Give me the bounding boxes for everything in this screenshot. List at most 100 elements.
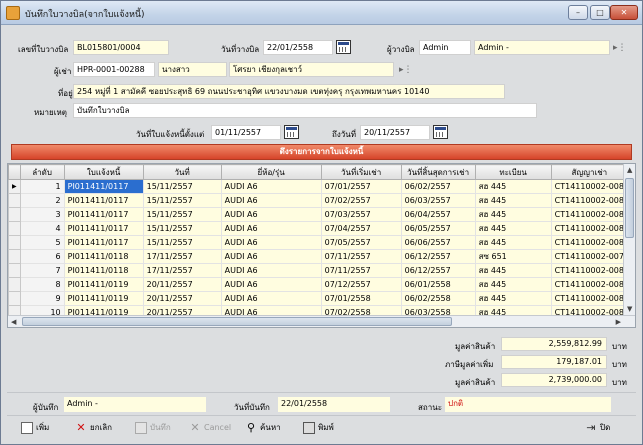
cell-invoice[interactable]: PI011411/0117 (63, 179, 144, 194)
cell-contract[interactable]: CT14110002-008 (550, 179, 628, 194)
cell-seq[interactable]: 8 (19, 277, 65, 292)
cell-model[interactable]: AUDI A6 (220, 249, 322, 264)
cell-end-date[interactable]: 06/12/2557 (400, 249, 476, 264)
add-button[interactable]: เพิ่ม (21, 418, 49, 438)
cell-plate[interactable]: สฮ 445 (474, 235, 552, 250)
cell-start-date[interactable]: 07/11/2557 (320, 249, 402, 264)
cell-plate[interactable]: สซ 651 (474, 249, 552, 264)
col-header-start[interactable]: วันที่เริ่มเช่า (320, 164, 402, 180)
horizontal-scrollbar[interactable]: ◀ ▶ (8, 315, 635, 327)
cell-start-date[interactable]: 07/05/2557 (320, 235, 402, 250)
bill-date-field[interactable]: 22/01/2558 (263, 40, 333, 55)
cell-model[interactable]: AUDI A6 (220, 207, 322, 222)
table-row[interactable]: ▶ 1 PI011411/0117 15/11/2557 AUDI A6 07/01/25… (8, 179, 628, 194)
cell-invoice[interactable]: PI011411/0117 (63, 235, 144, 250)
cell-end-date[interactable]: 06/06/2557 (400, 235, 476, 250)
cell-model[interactable]: AUDI A6 (220, 193, 322, 208)
row-indicator[interactable] (8, 193, 21, 208)
cell-start-date[interactable]: 07/04/2557 (320, 221, 402, 236)
to-date-field[interactable]: 20/11/2557 (360, 125, 430, 140)
cell-seq[interactable]: 9 (19, 291, 65, 306)
from-date-calendar-icon[interactable] (284, 125, 299, 139)
cell-start-date[interactable]: 07/01/2557 (320, 179, 402, 194)
table-row[interactable]: 3 PI011411/0117 15/11/2557 AUDI A6 07/03/255… (8, 207, 628, 222)
horizontal-scroll-thumb[interactable] (22, 317, 452, 326)
vertical-scrollbar[interactable]: ▲ ▼ (623, 164, 635, 315)
cell-plate[interactable]: สฮ 445 (474, 263, 552, 278)
cell-end-date[interactable]: 06/04/2557 (400, 207, 476, 222)
cell-seq[interactable]: 3 (19, 207, 65, 222)
cancel-button[interactable]: ✕ Cancel (189, 418, 231, 438)
scroll-left-icon[interactable]: ◀ (11, 318, 16, 326)
cell-invoice[interactable]: PI011411/0119 (63, 277, 144, 292)
table-row[interactable]: 2 PI011411/0117 15/11/2557 AUDI A6 07/02/255… (8, 193, 628, 208)
col-header-date[interactable]: วันที่ (142, 164, 222, 180)
bill-no-field[interactable]: BL015801/0004 (73, 40, 169, 55)
from-date-field[interactable]: 01/11/2557 (211, 125, 281, 140)
cell-start-date[interactable]: 07/12/2557 (320, 277, 402, 292)
cell-plate[interactable]: สฮ 445 (474, 193, 552, 208)
cell-seq[interactable]: 2 (19, 193, 65, 208)
cell-contract[interactable]: CT14110002-008 (550, 207, 628, 222)
col-header-seq[interactable]: ลำดับ (19, 164, 65, 180)
cell-seq[interactable]: 7 (19, 263, 65, 278)
cell-model[interactable]: AUDI A6 (220, 291, 322, 306)
search-button[interactable]: ⚲ ค้นหา (245, 418, 281, 438)
table-row[interactable]: 8 PI011411/0119 20/11/2557 AUDI A6 07/12/255… (8, 277, 628, 292)
cell-invoice[interactable]: PI011411/0117 (63, 193, 144, 208)
cell-invoice[interactable]: PI011411/0119 (63, 291, 144, 306)
cell-contract[interactable]: CT14110002-008 (550, 221, 628, 236)
row-indicator[interactable] (8, 249, 21, 264)
cell-date[interactable]: 17/11/2557 (142, 249, 222, 264)
cell-date[interactable]: 15/11/2557 (142, 207, 222, 222)
bill-date-calendar-icon[interactable] (336, 40, 351, 54)
cell-seq[interactable]: 5 (19, 235, 65, 250)
cell-invoice[interactable]: PI011411/0118 (63, 249, 144, 264)
vertical-scroll-thumb[interactable] (625, 178, 634, 238)
cell-invoice[interactable]: PI011411/0118 (63, 263, 144, 278)
print-button[interactable]: พิมพ์ (303, 418, 334, 438)
cell-contract[interactable]: CT14110002-008 (550, 235, 628, 250)
cell-date[interactable]: 15/11/2557 (142, 193, 222, 208)
cell-plate[interactable]: สฮ 445 (474, 179, 552, 194)
cell-plate[interactable]: สฮ 445 (474, 291, 552, 306)
minimize-button[interactable]: – (568, 5, 588, 20)
cell-model[interactable]: AUDI A6 (220, 263, 322, 278)
table-row[interactable]: 9 PI011411/0119 20/11/2557 AUDI A6 07/01/255… (8, 291, 628, 306)
note-field[interactable]: บันทึกใบวางบิล (73, 103, 537, 118)
cell-end-date[interactable]: 06/02/2558 (400, 291, 476, 306)
cell-end-date[interactable]: 06/05/2557 (400, 221, 476, 236)
cell-contract[interactable]: CT14110002-007 (550, 249, 628, 264)
fetch-invoices-button[interactable]: ดึงรายการจากใบแจ้งหนี้ (11, 144, 632, 160)
cell-date[interactable]: 15/11/2557 (142, 221, 222, 236)
row-indicator[interactable] (8, 207, 21, 222)
cell-end-date[interactable]: 06/02/2557 (400, 179, 476, 194)
cell-invoice[interactable]: PI011411/0117 (63, 221, 144, 236)
maximize-button[interactable]: □ (590, 5, 610, 20)
cell-contract[interactable]: CT14110002-008 (550, 277, 628, 292)
cell-model[interactable]: AUDI A6 (220, 235, 322, 250)
exit-button[interactable]: ⇥ ปิด (585, 418, 610, 438)
tenant-lookup-icon[interactable]: ▸⋮ (399, 64, 415, 76)
table-row[interactable]: 5 PI011411/0117 15/11/2557 AUDI A6 07/05/255… (8, 235, 628, 250)
cell-model[interactable]: AUDI A6 (220, 179, 322, 194)
cell-model[interactable]: AUDI A6 (220, 277, 322, 292)
cell-date[interactable]: 15/11/2557 (142, 235, 222, 250)
cell-plate[interactable]: สฮ 445 (474, 207, 552, 222)
scroll-down-icon[interactable]: ▼ (627, 305, 632, 313)
cell-date[interactable]: 15/11/2557 (142, 179, 222, 194)
cell-contract[interactable]: CT14110002-008 (550, 193, 628, 208)
cell-seq[interactable]: 6 (19, 249, 65, 264)
scroll-up-icon[interactable]: ▲ (627, 166, 632, 174)
cell-date[interactable]: 17/11/2557 (142, 263, 222, 278)
cell-start-date[interactable]: 07/11/2557 (320, 263, 402, 278)
row-indicator[interactable] (8, 221, 21, 236)
cell-seq[interactable]: 1 (19, 179, 65, 194)
cell-start-date[interactable]: 07/01/2558 (320, 291, 402, 306)
close-button[interactable]: ✕ (610, 5, 638, 20)
cell-plate[interactable]: สฮ 445 (474, 221, 552, 236)
scroll-right-icon[interactable]: ▶ (616, 318, 621, 326)
row-indicator[interactable] (8, 235, 21, 250)
cell-start-date[interactable]: 07/02/2557 (320, 193, 402, 208)
col-header-contract[interactable]: สัญญาเช่า (550, 164, 628, 180)
